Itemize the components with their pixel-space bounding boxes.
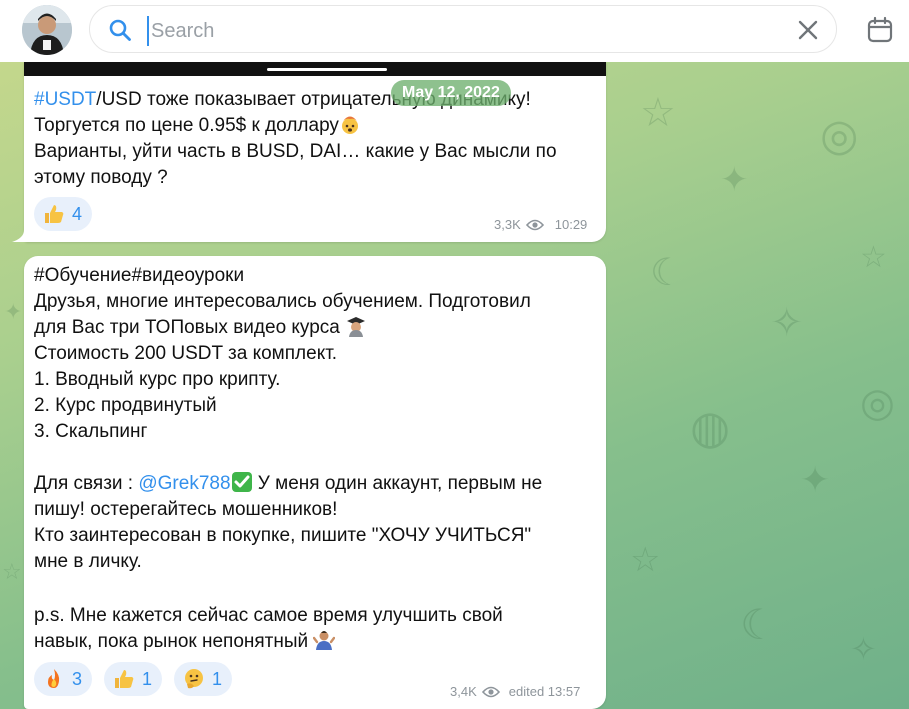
- message-line: Стоимость 200 USDT за комплект.: [34, 343, 338, 364]
- exploding-head-emoji: [341, 116, 358, 134]
- reaction-thinking[interactable]: 1: [174, 662, 233, 696]
- message-line: Для связи : @Grek788 У меня один аккаунт…: [34, 472, 543, 494]
- message-line: пишу! остерегайтесь мошенников!: [34, 499, 338, 520]
- view-count: 3,4K: [450, 684, 477, 699]
- date-separator[interactable]: May 12, 2022: [391, 80, 511, 106]
- reaction-thumbs-up[interactable]: 4: [34, 197, 93, 231]
- message-line: Варианты, уйти часть в BUSD, DAI… какие …: [34, 141, 557, 162]
- message-line: для Вас три ТОПовых видео курса: [34, 315, 367, 341]
- message-line: Торгуется по цене 0.95$ к доллару: [34, 113, 361, 139]
- message-line: 2. Курс продвинутый: [34, 395, 217, 416]
- reaction-count: 1: [212, 668, 223, 689]
- reaction-fire[interactable]: 3: [34, 662, 93, 696]
- message-line: Кто заинтересован в покупке, пишите "ХОЧ…: [34, 525, 532, 546]
- eye-icon: [525, 219, 544, 230]
- thumbs-up-emoji-icon: [115, 670, 134, 688]
- close-icon[interactable]: [796, 18, 820, 42]
- message-line: 3. Скальпинг: [34, 421, 148, 442]
- message-line: Друзья, многие интересовались обучением.…: [34, 291, 531, 312]
- reaction-count: 1: [142, 668, 153, 689]
- search-input[interactable]: [147, 16, 753, 46]
- view-count: 3,3K: [494, 217, 521, 232]
- thumbs-up-emoji-icon: [45, 205, 64, 223]
- bubble-tail: [12, 230, 32, 242]
- search-icon: [109, 19, 131, 41]
- message-line: #Обучение#видеоуроки: [34, 265, 245, 286]
- thinking-face-emoji-icon: [185, 669, 203, 689]
- message-line: 1. Вводный курс про крипту.: [34, 369, 281, 390]
- media-progress-handle: [267, 68, 387, 71]
- check-mark-emoji: [231, 472, 252, 492]
- reaction-count: 4: [72, 203, 83, 224]
- eye-icon: [481, 686, 500, 697]
- message-time: 10:29: [554, 217, 588, 232]
- top-bar: [0, 0, 909, 62]
- reaction-thumbs-up[interactable]: 1: [104, 662, 163, 696]
- message-line: навык, пока рынок непонятный: [34, 629, 336, 655]
- search-box[interactable]: [89, 5, 837, 53]
- message-line: мне в личку.: [34, 551, 142, 572]
- reaction-count: 3: [72, 668, 83, 689]
- message-meta: 3,4K edited 13:57: [450, 684, 580, 699]
- calendar-icon[interactable]: [866, 16, 894, 44]
- message-edited-time: edited 13:57: [508, 684, 581, 699]
- mention-link[interactable]: @Grek788: [138, 473, 230, 494]
- avatar[interactable]: [22, 5, 72, 55]
- hashtag-link[interactable]: #USDT: [34, 89, 96, 110]
- shrugging-emoji: [313, 631, 336, 650]
- message-meta: 3,3K 10:29: [494, 217, 587, 232]
- media-preview-strip[interactable]: [24, 62, 606, 76]
- fire-emoji-icon: [48, 669, 60, 688]
- student-emoji: [347, 317, 366, 337]
- message-line: этому поводу ?: [34, 167, 168, 188]
- message-line: p.s. Мне кажется сейчас самое время улуч…: [34, 605, 503, 626]
